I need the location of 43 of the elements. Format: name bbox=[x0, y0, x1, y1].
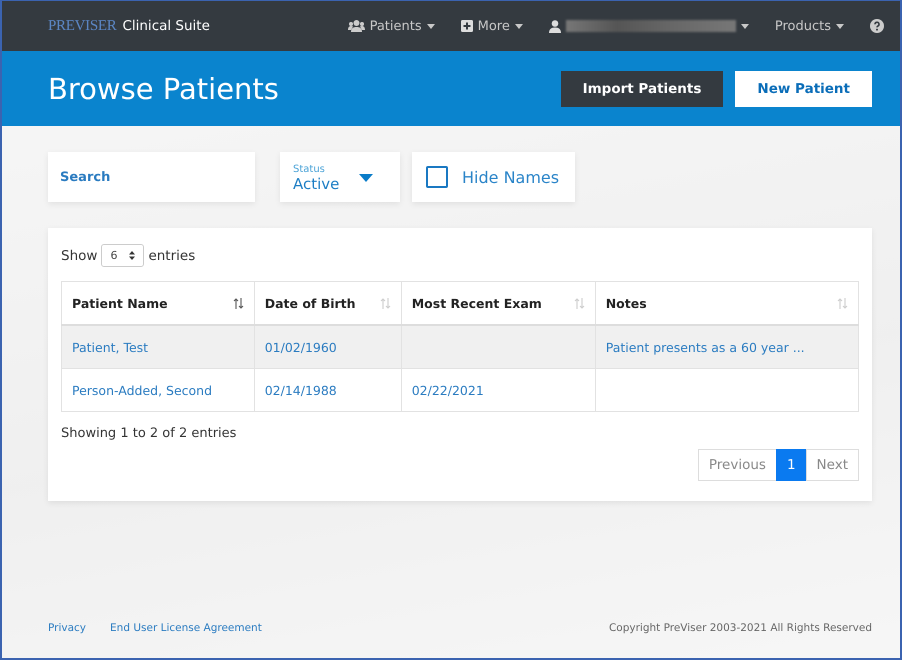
search-field[interactable]: Search bbox=[48, 152, 255, 202]
plus-square-icon bbox=[460, 20, 473, 32]
import-button[interactable]: Import Patients bbox=[560, 70, 724, 106]
page-button[interactable]: Previous bbox=[698, 449, 777, 481]
table-cell[interactable]: 02/14/1988 bbox=[264, 382, 337, 398]
new-patient-button[interactable]: New Patient bbox=[735, 70, 872, 106]
caret-icon bbox=[836, 24, 844, 28]
entries-label: entries bbox=[148, 248, 196, 264]
sort-arrows-icon bbox=[380, 298, 391, 308]
page-title: Browse Patients bbox=[48, 72, 279, 106]
table-row[interactable]: Person-Added, Second 02/14/1988 02/22/2021 bbox=[62, 368, 858, 412]
brand-logo[interactable]: PREVISER bbox=[48, 18, 116, 34]
footer-link[interactable]: End User License Agreement bbox=[110, 622, 262, 634]
show-label: Show bbox=[61, 248, 98, 264]
spinner-icon bbox=[129, 251, 136, 260]
help-icon[interactable] bbox=[870, 19, 884, 33]
footer-link[interactable]: Privacy bbox=[48, 622, 86, 634]
nav-menu[interactable]: Products bbox=[774, 18, 844, 34]
checkbox[interactable] bbox=[426, 166, 448, 188]
status-dropdown[interactable]: Status Active bbox=[280, 152, 400, 202]
caret-icon bbox=[359, 174, 374, 182]
table-cell[interactable]: 02/22/2021 bbox=[412, 382, 484, 398]
app-name: Clinical Suite bbox=[122, 18, 210, 34]
nav-menu[interactable]: More bbox=[460, 18, 523, 34]
user-icon bbox=[548, 20, 561, 32]
page-button[interactable]: Next bbox=[806, 449, 859, 481]
users-icon bbox=[348, 20, 365, 32]
caret-icon bbox=[426, 24, 435, 28]
sort-arrows-icon bbox=[574, 298, 585, 308]
table-row[interactable]: Patient, Test 01/02/1960 Patient presents as a 60 year ... bbox=[62, 325, 858, 368]
hide-names-toggle[interactable]: Hide Names bbox=[412, 152, 576, 202]
copyright-text: Copyright PreViser 2003-2021 All Rights Reserved bbox=[608, 622, 872, 634]
entries-select[interactable]: 6 bbox=[101, 244, 144, 267]
entries-info: Showing 1 to 2 of 2 entries bbox=[61, 426, 238, 441]
nav-menu[interactable]: Patients bbox=[348, 18, 435, 34]
table-cell[interactable]: Patient, Test bbox=[72, 340, 148, 354]
user-menu[interactable] bbox=[548, 20, 749, 32]
sort-arrows-icon bbox=[837, 298, 848, 308]
caret-icon bbox=[514, 24, 523, 28]
caret-icon bbox=[740, 24, 749, 28]
table-cell[interactable]: 01/02/1960 bbox=[264, 340, 337, 354]
page-button[interactable]: 1 bbox=[776, 449, 807, 481]
sort-arrows-icon bbox=[232, 298, 244, 308]
